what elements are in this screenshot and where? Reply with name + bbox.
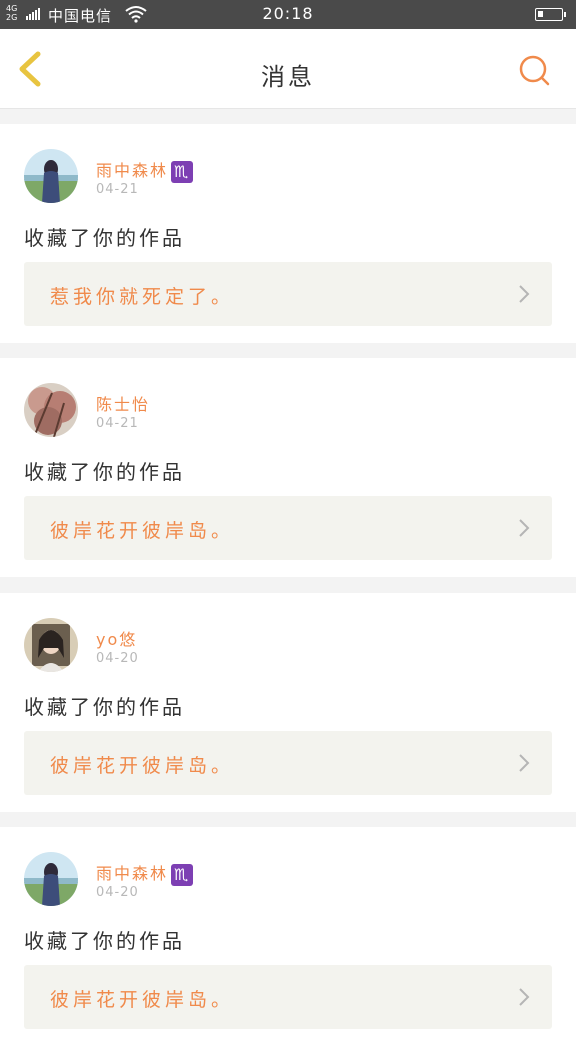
work-preview[interactable]: 彼岸花开彼岸岛。 <box>24 731 552 795</box>
chevron-right-icon <box>519 754 530 772</box>
message-card: yo悠 04-20 收藏了你的作品 彼岸花开彼岸岛。 <box>0 593 576 812</box>
avatar-girl-field <box>24 852 78 906</box>
work-title: 彼岸花开彼岸岛。 <box>50 520 235 542</box>
work-title: 彼岸花开彼岸岛。 <box>50 755 235 777</box>
message-card: 雨中森林 ♏ 04-20 收藏了你的作品 彼岸花开彼岸岛。 <box>0 827 576 1046</box>
username[interactable]: yo悠 <box>96 626 137 650</box>
scorpio-badge-icon: ♏ <box>171 863 194 886</box>
chevron-right-icon <box>519 519 530 537</box>
message-card: 雨中森林 ♏ 04-21 收藏了你的作品 惹我你就死定了。 <box>0 124 576 343</box>
work-title: 彼岸花开彼岸岛。 <box>50 989 235 1011</box>
battery-level <box>538 11 543 17</box>
avatar-girl-field <box>24 149 78 203</box>
avatar[interactable] <box>24 618 78 672</box>
avatar-portrait <box>24 618 78 672</box>
message-date: 04-21 <box>96 182 139 197</box>
page-title: 消息 <box>261 63 315 91</box>
username-text: 雨中森林 <box>96 864 169 883</box>
message-action: 收藏了你的作品 <box>24 460 185 484</box>
scorpio-badge-icon: ♏ <box>171 160 194 183</box>
avatar[interactable] <box>24 383 78 437</box>
navigation-bar: 消息 <box>0 29 576 109</box>
chevron-right-icon <box>519 285 530 303</box>
message-date: 04-21 <box>96 416 139 431</box>
message-date: 04-20 <box>96 651 139 666</box>
message-card: 陈士怡 04-21 收藏了你的作品 彼岸花开彼岸岛。 <box>0 358 576 577</box>
battery-icon <box>535 8 566 21</box>
username[interactable]: 雨中森林 ♏ <box>96 860 194 886</box>
username-text: 雨中森林 <box>96 161 169 180</box>
username[interactable]: 雨中森林 ♏ <box>96 157 194 183</box>
message-action: 收藏了你的作品 <box>24 929 185 953</box>
chevron-right-icon <box>519 988 530 1006</box>
work-preview[interactable]: 彼岸花开彼岸岛。 <box>24 965 552 1029</box>
search-icon[interactable] <box>516 53 552 89</box>
work-preview[interactable]: 惹我你就死定了。 <box>24 262 552 326</box>
clock: 20:18 <box>262 4 314 23</box>
work-title: 惹我你就死定了。 <box>50 286 235 308</box>
avatar-blossom <box>24 383 78 437</box>
work-preview[interactable]: 彼岸花开彼岸岛。 <box>24 496 552 560</box>
username-text: yo悠 <box>96 630 138 649</box>
message-action: 收藏了你的作品 <box>24 695 185 719</box>
avatar[interactable] <box>24 852 78 906</box>
message-action: 收藏了你的作品 <box>24 226 185 250</box>
avatar[interactable] <box>24 149 78 203</box>
status-bar: 4G 2G 中国电信 20:18 <box>0 0 576 29</box>
username[interactable]: 陈士怡 <box>96 391 150 415</box>
username-text: 陈士怡 <box>96 395 151 414</box>
message-date: 04-20 <box>96 885 139 900</box>
